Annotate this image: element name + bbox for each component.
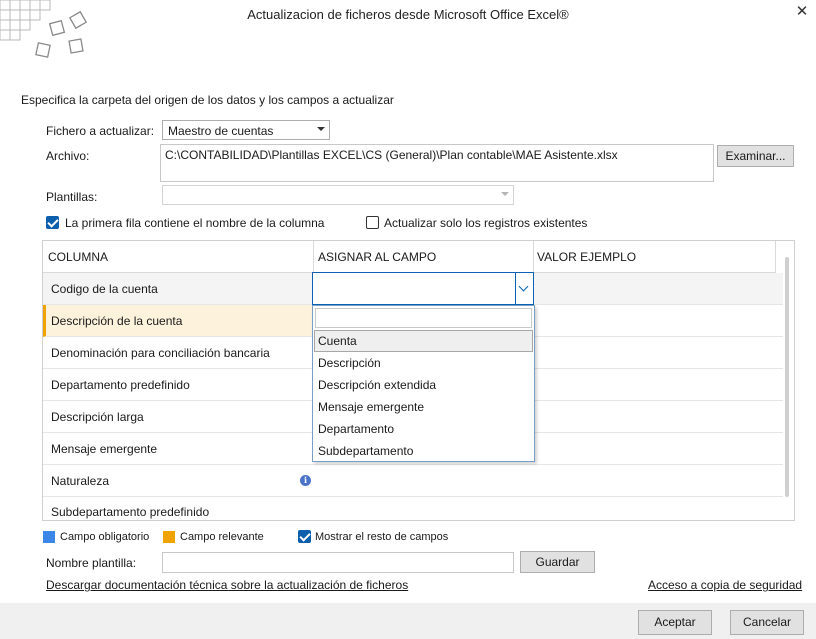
table-row[interactable]: Naturaleza [43,465,783,497]
grid-scrollbar[interactable] [785,257,789,497]
dropdown-option[interactable]: Departamento [314,418,533,440]
asignar-campo-combo[interactable] [312,272,534,305]
obligatorio-label: Campo obligatorio [60,531,150,543]
header-valor-ejemplo[interactable]: VALOR EJEMPLO [537,250,636,264]
plantillas-select[interactable] [162,185,514,205]
fichero-select[interactable]: Maestro de cuentas [162,120,330,140]
documentacion-link[interactable]: Descargar documentación técnica sobre la… [46,578,408,592]
nombre-plantilla-label: Nombre plantilla: [46,556,137,570]
fichero-select-value: Maestro de cuentas [168,124,274,138]
obligatorio-swatch [43,531,55,543]
nombre-plantilla-input[interactable] [162,552,514,573]
row-columna: Departamento predefinido [51,378,190,392]
info-icon[interactable]: i [300,475,311,486]
grid-header: COLUMNA ASIGNAR AL CAMPO VALOR EJEMPLO [43,241,776,273]
cancelar-button[interactable]: Cancelar [730,610,804,635]
row-columna: Descripción de la cuenta [51,314,183,328]
aceptar-button[interactable]: Aceptar [638,610,712,635]
fichero-label: Fichero a actualizar: [46,124,155,138]
close-icon[interactable]: ✕ [792,2,812,22]
table-row[interactable]: Subdepartamento predefinido [43,497,783,520]
chevron-down-icon [501,192,509,196]
primera-fila-checkbox[interactable] [46,216,59,229]
copia-seguridad-link[interactable]: Acceso a copia de seguridad [648,578,802,592]
dropdown-option[interactable]: Mensaje emergente [314,396,533,418]
chevron-down-icon [317,127,325,131]
dropdown-filter-input[interactable] [315,308,532,328]
actualizar-solo-checkbox[interactable] [366,216,379,229]
header-columna[interactable]: COLUMNA [48,250,108,264]
window-title: Actualizacion de ficheros desde Microsof… [247,7,569,22]
chevron-down-icon[interactable] [515,273,533,304]
row-columna: Naturaleza [51,474,110,488]
dropdown-option[interactable]: Descripción extendida [314,374,533,396]
guardar-button[interactable]: Guardar [520,551,595,573]
header-asignar[interactable]: ASIGNAR AL CAMPO [318,250,436,264]
archivo-field[interactable]: C:\CONTABILIDAD\Plantillas EXCEL\CS (Gen… [160,144,714,182]
relevante-swatch [163,531,175,543]
actualizar-solo-label: Actualizar solo los registros existentes [384,216,588,230]
dropdown-option[interactable]: Cuenta [314,330,533,352]
dropdown-option[interactable]: Descripción [314,352,533,374]
asignar-campo-dropdown[interactable]: Cuenta Descripción Descripción extendida… [312,305,535,462]
mostrar-checkbox[interactable] [298,530,311,543]
mostrar-label: Mostrar el resto de campos [315,531,449,543]
primera-fila-label: La primera fila contiene el nombre de la… [65,216,325,230]
relevante-label: Campo relevante [180,531,264,543]
row-columna: Mensaje emergente [51,442,158,456]
row-columna: Denominación para conciliación bancaria [51,346,270,360]
archivo-label: Archivo: [46,149,90,163]
instructions-text: Especifica la carpeta del origen de los … [21,93,394,107]
row-columna: Codigo de la cuenta [51,282,158,296]
row-columna: Descripción larga [51,410,144,424]
examinar-button[interactable]: Examinar... [717,145,794,167]
plantillas-label: Plantillas: [46,190,98,204]
row-columna: Subdepartamento predefinido [51,505,210,519]
dropdown-option[interactable]: Subdepartamento [314,440,533,462]
